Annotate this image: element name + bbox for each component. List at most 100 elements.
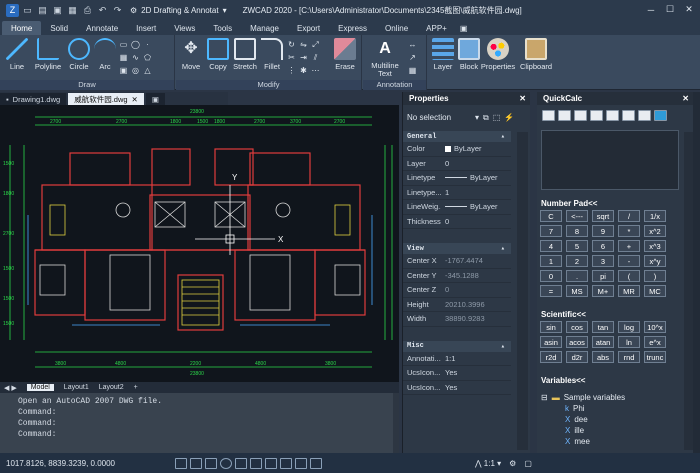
clear-icon[interactable] [542, 110, 555, 121]
numpad-key[interactable]: 1/x [644, 210, 666, 222]
numpad-key[interactable]: pi [592, 270, 614, 282]
explode-icon[interactable]: ✱ [298, 66, 309, 76]
numpad-key[interactable]: 3 [592, 255, 614, 267]
selection-cycling-icon[interactable] [295, 457, 307, 469]
stretch-tool-button[interactable]: Stretch [230, 38, 260, 71]
close-icon[interactable]: ✕ [132, 95, 138, 104]
properties-scrollbar[interactable] [517, 132, 528, 450]
numpad-key[interactable]: MC [644, 285, 666, 297]
tab-insert[interactable]: Insert [127, 21, 165, 35]
minimize-button[interactable]: ─ [642, 2, 660, 17]
lineweight-toggle-icon[interactable] [265, 457, 277, 469]
property-row[interactable]: Linetype ByLayer [403, 171, 511, 186]
variable-item[interactable]: Xdee [541, 414, 679, 425]
offset-icon[interactable]: ⫽ [310, 53, 321, 63]
scientific-key[interactable]: atan [592, 336, 614, 348]
spline-icon[interactable]: ∿ [130, 53, 141, 63]
command-window[interactable]: Open an AutoCAD 2007 DWG file. Command: … [0, 393, 399, 453]
maximize-button[interactable]: ☐ [661, 2, 679, 17]
toggle-pickadd-icon[interactable]: ⚡ [504, 113, 514, 122]
general-section-header[interactable]: General ▴ [403, 131, 511, 142]
tab-online[interactable]: Online [376, 21, 417, 35]
dynamic-input-icon[interactable] [280, 457, 292, 469]
mirror-icon[interactable]: ⇋ [298, 40, 309, 50]
close-icon[interactable]: ✕ [519, 94, 526, 103]
property-row[interactable]: Thickness 0 [403, 215, 511, 229]
paste-value-icon[interactable] [574, 110, 587, 121]
tab-model[interactable]: Model [26, 384, 54, 391]
ribbon-toggle-icon[interactable]: ▣ [456, 21, 472, 35]
snap-toggle-icon[interactable] [190, 457, 202, 469]
line-tool-button[interactable]: Line [2, 38, 32, 71]
extend-icon[interactable]: ⇥ [298, 53, 309, 63]
otrack-toggle-icon[interactable] [250, 457, 262, 469]
fillet-tool-button[interactable]: Fillet [257, 38, 287, 71]
donut-icon[interactable]: ◎ [130, 66, 141, 76]
hatch-icon[interactable]: ▦ [118, 53, 129, 63]
leader-icon[interactable]: ↗ [407, 53, 418, 63]
scientific-key[interactable]: tan [592, 321, 614, 333]
undo-icon[interactable]: ↶ [96, 4, 109, 17]
polar-toggle-icon[interactable] [220, 457, 232, 469]
wipeout-icon[interactable]: △ [142, 66, 153, 76]
numpad-key[interactable]: 4 [540, 240, 562, 252]
multiline-text-button[interactable]: A Multiline Text [365, 38, 405, 78]
scientific-key[interactable]: d2r [566, 351, 588, 363]
scientific-label[interactable]: Scientific<< [541, 310, 586, 319]
new-tab-button[interactable]: ▣ [145, 93, 165, 105]
polygon-icon[interactable]: ⬠ [142, 53, 153, 63]
file-tab-active[interactable]: 威航软件园.dwg ✕ [68, 93, 144, 105]
layout-nav-icon[interactable]: ◀ ▶ [4, 384, 17, 392]
numpad-key[interactable]: x^y [644, 255, 666, 267]
help-icon[interactable] [654, 110, 667, 121]
numpad-key[interactable]: <--- [566, 210, 588, 222]
tab-solid[interactable]: Solid [41, 21, 77, 35]
new-file-icon[interactable]: ▭ [21, 4, 34, 17]
scientific-key[interactable]: 10^x [644, 321, 666, 333]
command-input[interactable]: Command: [18, 429, 399, 440]
numpad-key[interactable]: ( [618, 270, 640, 282]
print-icon[interactable]: ⎙ [81, 4, 94, 17]
clipboard-button[interactable]: Clipboard [518, 38, 554, 71]
trim-icon[interactable]: ✂ [286, 53, 297, 63]
point-icon[interactable]: · [142, 40, 153, 50]
drawing-canvas[interactable]: 23800 2700 2700 1800 1500 1800 2700 3700… [0, 105, 399, 382]
panel-splitter[interactable] [693, 92, 700, 453]
tab-express[interactable]: Express [329, 21, 376, 35]
property-row[interactable]: LineWeig... ByLayer [403, 200, 511, 215]
join-icon[interactable]: ⋯ [310, 66, 321, 76]
numpad-key[interactable]: 0 [540, 270, 562, 282]
region-icon[interactable]: ▣ [118, 66, 129, 76]
tab-export[interactable]: Export [288, 21, 329, 35]
save-icon[interactable]: ▣ [51, 4, 64, 17]
scientific-key[interactable]: acos [566, 336, 588, 348]
numpad-key[interactable]: x^3 [644, 240, 666, 252]
scientific-key[interactable]: sin [540, 321, 562, 333]
workspace-switcher[interactable]: ⚙ 2D Drafting & Annotat ▾ [130, 6, 227, 15]
variables-folder[interactable]: ⊟ ▬ Sample variables [541, 392, 679, 403]
get-coordinates-icon[interactable] [590, 110, 603, 121]
numpad-key[interactable]: M+ [592, 285, 614, 297]
numpad-key[interactable]: / [618, 210, 640, 222]
variables-label[interactable]: Variables<< [541, 376, 585, 385]
numpad-key[interactable]: 8 [566, 225, 588, 237]
numpad-key[interactable]: sqrt [592, 210, 614, 222]
numpad-key[interactable]: - [618, 255, 640, 267]
tab-app-plus[interactable]: APP+ [417, 21, 456, 35]
tab-layout2[interactable]: Layout2 [99, 384, 124, 391]
numpad-key[interactable]: ) [644, 270, 666, 282]
redo-icon[interactable]: ↷ [111, 4, 124, 17]
numpad-key[interactable]: + [618, 240, 640, 252]
quick-properties-icon[interactable] [310, 457, 322, 469]
close-button[interactable]: ✕ [680, 2, 698, 17]
scientific-key[interactable]: abs [592, 351, 614, 363]
numpad-key[interactable]: MS [566, 285, 588, 297]
polyline-tool-button[interactable]: Polyline [33, 38, 63, 71]
numpad-key[interactable]: 2 [566, 255, 588, 267]
erase-tool-button[interactable]: Erase [330, 38, 360, 71]
ortho-toggle-icon[interactable] [205, 457, 217, 469]
distance-icon[interactable] [606, 110, 619, 121]
quick-select-icon[interactable]: ⧉ [483, 113, 489, 123]
quickcalc-scrollbar[interactable] [684, 132, 693, 450]
tab-tools[interactable]: Tools [204, 21, 241, 35]
